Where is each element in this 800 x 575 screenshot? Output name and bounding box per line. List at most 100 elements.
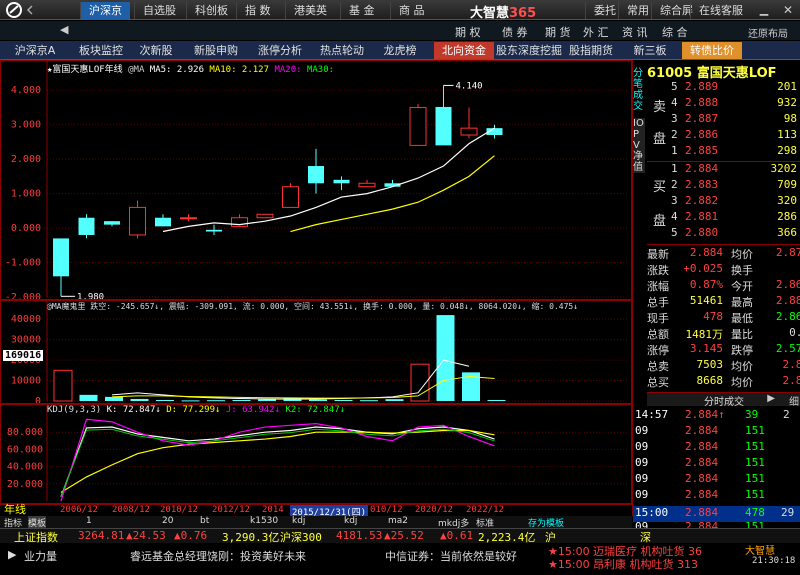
app-title: 大智慧365: [470, 6, 537, 21]
sell-level-row[interactable]: 5 2.889 201: [671, 80, 799, 97]
side-tab-iopv[interactable]: IOPV净值: [633, 118, 645, 173]
trades-detail-button[interactable]: 细: [789, 393, 799, 408]
indicator-tab[interactable]: bt: [200, 516, 209, 526]
candlestick-pane[interactable]: ★富国天惠LOF年线 @MA MA5: 2.926 MA10: 2.127 MA…: [0, 60, 632, 300]
side-tab-fenbi[interactable]: 分笔成交: [633, 68, 645, 112]
restore-layout-button[interactable]: 还原布局: [748, 25, 788, 40]
sell-level-row[interactable]: 2 2.886 113: [671, 128, 799, 145]
buy-level-row[interactable]: 1 2.884 3202: [671, 162, 799, 179]
close-icon[interactable]: ✕: [781, 3, 795, 17]
candle-body-down: [435, 107, 452, 146]
volume-bar: [487, 399, 506, 401]
stat-key: 涨跌: [647, 264, 669, 277]
sh-index-label[interactable]: 上证指数: [14, 529, 58, 545]
ticker-play-icon[interactable]: ▶: [8, 548, 16, 561]
ticker-news-1[interactable]: 睿远基金总经理饶刚：投资美好未来: [130, 548, 306, 564]
sell-label: 卖: [653, 100, 667, 115]
tab-zhishu[interactable]: 指 数: [236, 2, 279, 19]
stat-value: 7503: [696, 358, 724, 371]
nav-hushenjing-a[interactable]: 沪深京A: [6, 42, 64, 59]
tab-jijin[interactable]: 基 金: [340, 2, 383, 19]
tab-zixun[interactable]: 资 讯: [622, 24, 648, 40]
minimize-icon[interactable]: ▁: [757, 3, 771, 17]
indicator-tab[interactable]: kdj: [344, 516, 357, 526]
tab-hushenjing[interactable]: 沪深京: [80, 2, 130, 19]
hs300-label[interactable]: 沪深300: [280, 529, 322, 545]
volume-pane[interactable]: @MA魔鬼里 跌空: -245.657↓, 震幅: -309.091, 流: 0…: [0, 300, 632, 404]
tab-shangpin[interactable]: 商 品: [390, 2, 433, 19]
kdj-pane[interactable]: KDJ(9,3,3) K: 72.847↓ D: 77.299↓ J: 63.9…: [0, 404, 632, 504]
buy-level-row[interactable]: 3 2.882 320: [671, 194, 799, 211]
nav-redian-lundong[interactable]: 热点轮动: [314, 42, 370, 59]
tab-qiquan[interactable]: 期 权: [455, 24, 481, 40]
sell-level-row[interactable]: 4 2.888 932: [671, 96, 799, 113]
trade-time: 09: [635, 488, 649, 501]
nav-zhuanzhai-bijia[interactable]: 转债比价: [682, 42, 742, 59]
trade-row: 09 2.884 151: [633, 456, 800, 472]
tab-kechuang[interactable]: 科创板: [186, 2, 236, 19]
nav-cixin[interactable]: 次新股: [134, 42, 178, 59]
nav-xinsanban[interactable]: 新三板: [628, 42, 672, 59]
menu-online-service[interactable]: 在线客服: [690, 2, 751, 19]
trade-time: 09: [635, 472, 649, 485]
buy-level-row[interactable]: 2 2.883 709: [671, 178, 799, 195]
sh-index-pct: ▲0.76: [174, 529, 208, 542]
volume-current-value: 169016: [3, 350, 44, 361]
tab-zixuan[interactable]: 自选股: [134, 2, 184, 19]
stat-key-2: 跌停: [731, 344, 753, 357]
indicator-tab[interactable]: 20: [162, 516, 173, 526]
nav-gudong-wajue[interactable]: 股东深度挖掘: [496, 42, 562, 59]
nav-bankuai-jiankong[interactable]: 板块监控: [72, 42, 130, 59]
sell-level-row[interactable]: 1 2.885 298: [671, 144, 799, 161]
sell-volume: 98: [783, 112, 797, 125]
nav-beixiang-zijin[interactable]: 北向资金: [434, 42, 494, 59]
trade-row: 14:57 2.884↑ 39 2: [633, 408, 800, 424]
tab-zonghe[interactable]: 综 合: [662, 24, 688, 40]
volume-chart[interactable]: 400003000020000100000: [1, 301, 631, 403]
nav-longhubang[interactable]: 龙虎榜: [378, 42, 422, 59]
tab-zhaiquan[interactable]: 债 券: [502, 24, 528, 40]
buy-level-row[interactable]: 5 2.880 366: [671, 226, 799, 243]
max-label: 4.140: [456, 81, 483, 91]
kdj-tick-label: 40.000: [7, 462, 43, 473]
nav-guzhi-qihuo[interactable]: 股指期货: [566, 42, 616, 59]
indicator-tab[interactable]: k1530: [250, 516, 278, 526]
volume-bar: [207, 400, 225, 402]
ticker-alert-2[interactable]: ★15:00 昂利康 机构吐货 313: [548, 556, 738, 572]
stat-value-2: —: [757, 262, 800, 275]
nav-xingu-shengou[interactable]: 新股申购: [188, 42, 244, 59]
stat-row: 总买 8668 均价 2.87: [647, 374, 800, 391]
tab-qihuo[interactable]: 期 货: [545, 24, 571, 40]
indicator-tab[interactable]: kdj: [292, 516, 305, 526]
sell-level-row[interactable]: 3 2.887 98: [671, 112, 799, 129]
volume-bar: [436, 315, 455, 401]
back-button[interactable]: ◀: [60, 23, 68, 36]
vol-tick-label: 10000: [11, 376, 41, 387]
hs300-amount: 2,223.4亿: [478, 531, 536, 544]
x-tick-label: 2020/12: [415, 505, 453, 515]
trades-prev-icon[interactable]: ▶: [767, 393, 775, 404]
tab-waihui[interactable]: 外 汇: [583, 24, 609, 40]
trades-title[interactable]: 分时成交: [704, 397, 744, 408]
last-trade-count: 29: [781, 506, 795, 519]
quote-panel: 分笔成交 IOPV净值 61005 富国天惠LOF 卖 盘 买 盘 5 2.889…: [632, 60, 800, 533]
stat-key: 现手: [647, 312, 669, 325]
candle-chart[interactable]: 4.000 3.000 2.000 1.000 0.000 -1.000 -2.000 4.1…: [1, 61, 631, 299]
stat-value: 2.884: [689, 246, 723, 259]
x-axis: 年线 2006/12 2008/12 2010/12 2012/12 2014 2015/…: [0, 503, 632, 518]
trade-time: 14:57: [635, 408, 669, 421]
buy-volume: 286: [777, 210, 797, 223]
stat-row: 最新 2.884 均价 2.878: [647, 246, 800, 263]
kdj-chart[interactable]: 80.000 60.000 40.000 20.000: [1, 405, 631, 503]
buy-level-row[interactable]: 4 2.881 286: [671, 210, 799, 227]
buy-level: 2: [671, 178, 678, 191]
ticker-news-2[interactable]: 中信证券：当前依然是较好: [385, 548, 537, 564]
buy-price: 2.881: [685, 210, 719, 223]
candle-body-down: [78, 217, 95, 235]
indicator-tab[interactable]: ma2: [388, 516, 408, 526]
nav-zhangting-fenxi[interactable]: 涨停分析: [252, 42, 308, 59]
tab-gangmeiying[interactable]: 港美英: [285, 2, 335, 19]
indicator-tab[interactable]: 1: [86, 516, 92, 526]
sell-volume: 113: [777, 128, 797, 141]
indicator-tab-bar: 指标 模板 1 20 bt k1530 kdj kdj ma2 mkdj多 标准 存为模板: [0, 516, 632, 529]
